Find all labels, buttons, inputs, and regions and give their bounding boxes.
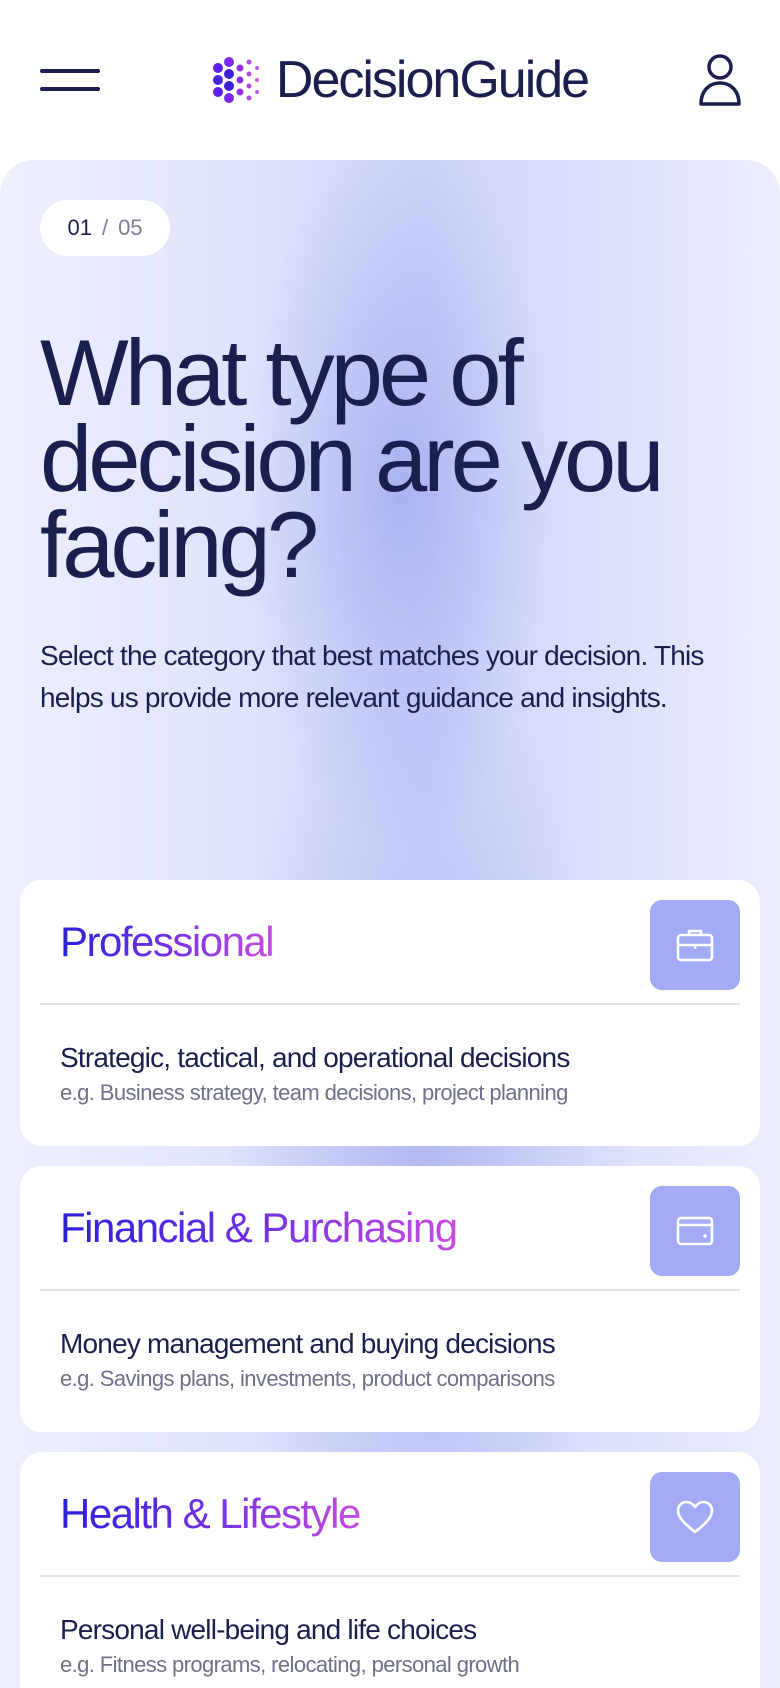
card-header: Financial & Purchasing (40, 1166, 740, 1291)
page-title: What type of decision are you facing? (40, 320, 665, 597)
card-header: Professional (40, 880, 740, 1005)
card-example: e.g. Fitness programs, relocating, perso… (60, 1652, 520, 1677)
main-panel: 01 / 05 What type of decision are you fa… (0, 160, 780, 1688)
hamburger-menu-icon[interactable] (40, 65, 100, 95)
card-header: Health & Lifestyle (40, 1452, 740, 1577)
card-description: Personal well-being and life choices (60, 1614, 477, 1645)
card-example: e.g. Business strategy, team decisions, … (60, 1080, 568, 1105)
category-card-professional[interactable]: Professional Strategic, tactical, and op… (20, 880, 760, 1146)
wallet-icon (650, 1186, 740, 1276)
card-title: Health & Lifestyle (60, 1490, 361, 1537)
logo-text: DecisionGuide (275, 51, 590, 109)
heart-icon (650, 1472, 740, 1562)
briefcase-icon (650, 900, 740, 990)
step-current: 01 (67, 215, 92, 240)
card-description: Money management and buying decisions (60, 1328, 556, 1359)
user-profile-icon[interactable] (698, 52, 742, 108)
logo-mark-icon (212, 57, 259, 103)
card-description: Strategic, tactical, and operational dec… (60, 1042, 570, 1073)
step-total: 05 (118, 215, 143, 240)
page-subtitle: Select the category that best matches yo… (40, 640, 704, 713)
category-card-financial[interactable]: Financial & Purchasing Money management … (20, 1166, 760, 1432)
card-title: Professional (60, 918, 275, 965)
card-example: e.g. Savings plans, investments, product… (60, 1366, 555, 1391)
step-indicator: 01 / 05 (40, 200, 170, 256)
card-title: Financial & Purchasing (60, 1204, 458, 1251)
category-card-health[interactable]: Health & Lifestyle Personal well-being a… (20, 1452, 760, 1688)
app-header: DecisionGuide (0, 0, 780, 160)
logo[interactable]: DecisionGuide (210, 50, 590, 110)
step-separator: / (101, 215, 109, 240)
